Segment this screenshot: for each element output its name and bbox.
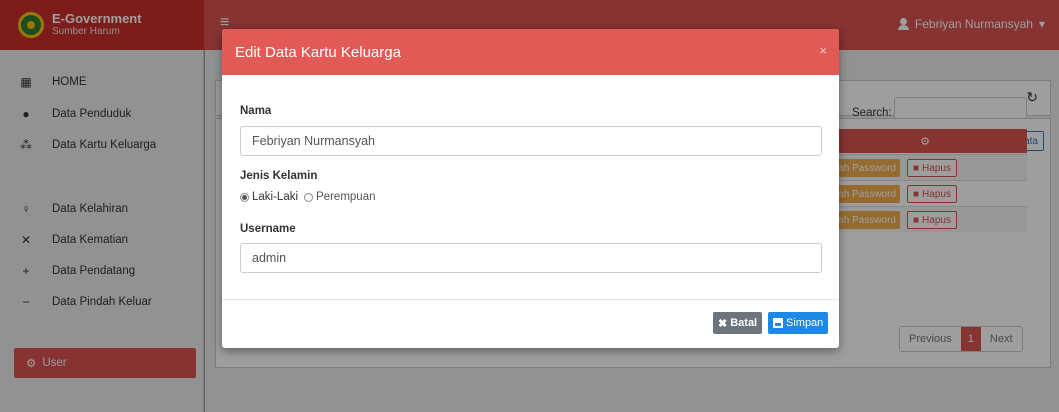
gender-label: Jenis Kelamin — [240, 170, 318, 182]
modal-title: Edit Data Kartu Keluarga — [235, 43, 401, 61]
username-label: Username — [240, 223, 296, 235]
radio-laki-laki[interactable] — [240, 192, 249, 202]
cancel-button[interactable]: ✖ Batal — [713, 312, 763, 334]
radio-label-perempuan[interactable]: Perempuan — [316, 191, 375, 203]
edit-modal: Edit Data Kartu Keluarga × Nama Febriyan… — [222, 29, 839, 348]
save-icon — [773, 318, 783, 328]
nama-input[interactable]: Febriyan Nurmansyah — [240, 126, 822, 156]
close-icon[interactable]: × — [819, 43, 827, 58]
modal-footer: ✖ Batal Simpan — [222, 299, 839, 348]
save-label: Simpan — [786, 317, 824, 329]
gender-radio-group: Laki-Laki Perempuan — [240, 191, 382, 203]
username-input[interactable]: admin — [240, 243, 822, 273]
save-button[interactable]: Simpan — [768, 312, 829, 334]
radio-label-laki-laki[interactable]: Laki-Laki — [252, 191, 298, 203]
cancel-label: Batal — [730, 317, 758, 329]
modal-header: Edit Data Kartu Keluarga × — [222, 29, 839, 75]
times-icon: ✖ — [718, 317, 728, 330]
radio-perempuan[interactable] — [304, 192, 314, 202]
nama-label: Nama — [240, 105, 272, 117]
